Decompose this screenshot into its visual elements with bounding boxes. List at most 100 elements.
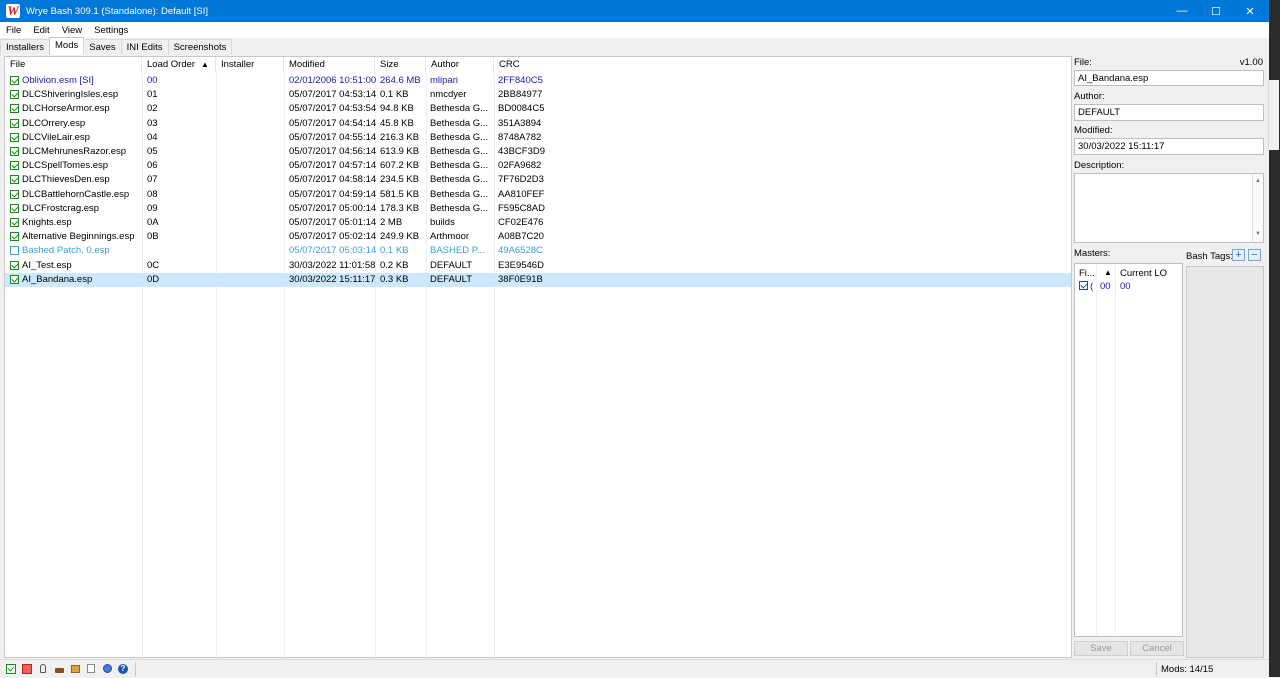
- help-icon[interactable]: ?: [118, 664, 128, 674]
- oblivion-launcher-icon[interactable]: [38, 664, 48, 674]
- modified-field[interactable]: 30/03/2022 15:11:17: [1074, 138, 1264, 155]
- mod-load-order: 03: [147, 117, 158, 129]
- column-header-crc[interactable]: CRC: [494, 57, 614, 73]
- tab-mods[interactable]: Mods: [49, 37, 85, 55]
- description-scrollbar[interactable]: ▲ ▼: [1252, 174, 1263, 242]
- mod-author: BASHED P...: [430, 245, 485, 257]
- file-name-field[interactable]: AI_Bandana.esp: [1074, 70, 1264, 86]
- mod-load-order: 04: [147, 131, 158, 143]
- mod-checkbox[interactable]: [10, 118, 19, 128]
- mod-row[interactable]: DLCBattlehornCastle.esp 08 05/07/2017 04:5…: [5, 188, 1071, 202]
- tes4edit-icon[interactable]: [70, 664, 80, 674]
- save-button[interactable]: Save: [1074, 641, 1128, 656]
- column-header-installer[interactable]: Installer: [216, 57, 284, 73]
- mod-row[interactable]: Knights.esp 0A 05/07/2017 05:01:14 2 MB buil…: [5, 216, 1071, 230]
- mod-checkbox[interactable]: [10, 232, 19, 242]
- description-field[interactable]: ▲ ▼: [1074, 173, 1264, 243]
- mods-list[interactable]: File Load Order ▲ Installer Modified Size…: [4, 56, 1072, 658]
- menu-view[interactable]: View: [56, 25, 88, 36]
- mod-row[interactable]: Alternative Beginnings.esp 0B 05/07/2017 0…: [5, 230, 1071, 244]
- mod-row[interactable]: Oblivion.esm [SI] 00 02/01/2006 10:51:00 26…: [5, 74, 1071, 88]
- cancel-button[interactable]: Cancel: [1130, 641, 1184, 656]
- mod-checkbox[interactable]: [10, 76, 19, 85]
- mod-crc: 02FA9682: [498, 160, 542, 172]
- menu-file[interactable]: File: [0, 25, 27, 36]
- mod-modified: 30/03/2022 11:01:58: [289, 259, 376, 271]
- maximize-button[interactable]: ☐: [1199, 0, 1233, 22]
- mod-row[interactable]: DLCSpellTomes.esp 06 05/07/2017 04:57:14 60…: [5, 159, 1071, 173]
- tab-saves[interactable]: Saves: [83, 39, 122, 55]
- mod-row[interactable]: DLCMehrunesRazor.esp 05 05/07/2017 04:56:1…: [5, 145, 1071, 159]
- master-checkbox[interactable]: [1079, 281, 1088, 290]
- notepad-icon[interactable]: [86, 664, 96, 674]
- mod-row[interactable]: DLCOrrery.esp 03 05/07/2017 04:54:14 45.8 K…: [5, 117, 1071, 131]
- mod-row[interactable]: AI_Test.esp 0C 30/03/2022 11:01:58 0.2 KB DE…: [5, 259, 1071, 273]
- mod-checkbox[interactable]: [10, 161, 19, 171]
- mod-row[interactable]: DLCThievesDen.esp 07 05/07/2017 04:58:14 23…: [5, 173, 1071, 187]
- check-all-icon[interactable]: [6, 664, 16, 674]
- mod-checkbox[interactable]: [10, 189, 19, 199]
- menu-bar: File Edit View Settings: [0, 22, 1269, 38]
- mod-checkbox[interactable]: [10, 104, 19, 114]
- close-button[interactable]: ✕: [1233, 0, 1267, 22]
- mod-row[interactable]: AI_Bandana.esp 0D 30/03/2022 15:11:17 0.3 K…: [5, 272, 1071, 287]
- mod-row[interactable]: Bashed Patch, 0.esp 05/07/2017 05:03:14 0.…: [5, 244, 1071, 258]
- mod-modified: 05/07/2017 04:54:14: [289, 117, 377, 129]
- column-header-modified[interactable]: Modified: [284, 57, 375, 73]
- mod-modified: 05/07/2017 04:55:14: [289, 131, 377, 143]
- mod-checkbox[interactable]: [10, 203, 19, 213]
- mod-checkbox[interactable]: [10, 132, 19, 142]
- mod-size: 607.2 KB: [380, 160, 420, 172]
- mod-size: 0.3 KB: [380, 273, 409, 285]
- mod-checkbox[interactable]: [10, 246, 19, 256]
- mod-checkbox[interactable]: [10, 147, 19, 156]
- column-header-file[interactable]: File: [5, 57, 142, 73]
- mod-size: 94.8 KB: [380, 103, 414, 115]
- add-bash-tag-icon[interactable]: +: [1232, 249, 1245, 261]
- mod-file-name: DLCThievesDen.esp: [22, 174, 110, 186]
- tab-screenshots[interactable]: Screenshots: [167, 39, 233, 55]
- construction-set-icon[interactable]: [54, 664, 64, 674]
- version-label: v1.00: [1239, 57, 1263, 68]
- mod-size: 45.8 KB: [380, 117, 414, 129]
- mod-row[interactable]: DLCHorseArmor.esp 02 05/07/2017 04:53:54 94…: [5, 102, 1071, 116]
- column-header-author[interactable]: Author: [426, 57, 494, 73]
- mod-crc: CF02E476: [498, 217, 544, 228]
- tab-installers[interactable]: Installers: [0, 39, 51, 55]
- uncheck-all-icon[interactable]: [22, 664, 32, 674]
- scroll-up-icon: ▲: [1255, 178, 1261, 184]
- mod-file-name: Bashed Patch, 0.esp: [22, 245, 110, 257]
- mod-details-panel: File: v1.00 AI_Bandana.esp Author: DEFAU…: [1073, 56, 1267, 659]
- mod-file-name: DLCFrostcrag.esp: [22, 202, 100, 214]
- settings-wheel-icon[interactable]: [102, 664, 112, 674]
- mod-checkbox[interactable]: [10, 274, 19, 284]
- mod-row[interactable]: DLCFrostcrag.esp 09 05/07/2017 05:00:14 178…: [5, 202, 1071, 216]
- mod-crc: AA810FEF: [498, 188, 545, 200]
- mod-crc: A08B7C20: [498, 231, 544, 243]
- menu-edit[interactable]: Edit: [27, 25, 55, 36]
- mod-size: 249.9 KB: [380, 231, 420, 243]
- mod-size: 581.5 KB: [380, 188, 420, 200]
- mod-checkbox[interactable]: [10, 90, 19, 100]
- minimize-button[interactable]: —: [1165, 0, 1199, 22]
- tab-ini-edits[interactable]: INI Edits: [120, 39, 169, 55]
- menu-settings[interactable]: Settings: [88, 25, 134, 36]
- mod-size: 264.6 MB: [380, 75, 421, 86]
- mod-file-name: DLCShiveringIsles.esp: [22, 89, 119, 101]
- mod-crc: 7F76D2D3: [498, 174, 544, 186]
- column-header-size[interactable]: Size: [375, 57, 426, 73]
- mod-author: Bethesda G...: [430, 202, 489, 214]
- mod-row[interactable]: DLCVileLair.esp 04 05/07/2017 04:55:14 216.…: [5, 131, 1071, 145]
- masters-list[interactable]: Fi... ▲ Current LO ( 00 00: [1074, 263, 1183, 637]
- mod-checkbox[interactable]: [10, 260, 19, 270]
- bash-tags-list[interactable]: [1186, 266, 1264, 658]
- mod-crc: F595C8AD: [498, 202, 545, 214]
- mod-crc: 8748A782: [498, 131, 542, 143]
- mod-checkbox[interactable]: [10, 175, 19, 185]
- author-field[interactable]: DEFAULT: [1074, 104, 1264, 121]
- column-header-load-order[interactable]: Load Order ▲: [142, 57, 216, 73]
- mod-checkbox[interactable]: [10, 218, 19, 227]
- mod-row[interactable]: DLCShiveringIsles.esp 01 05/07/2017 04:53:…: [5, 88, 1071, 102]
- remove-bash-tag-icon[interactable]: −: [1248, 249, 1261, 261]
- mod-file-name: DLCVileLair.esp: [22, 131, 90, 143]
